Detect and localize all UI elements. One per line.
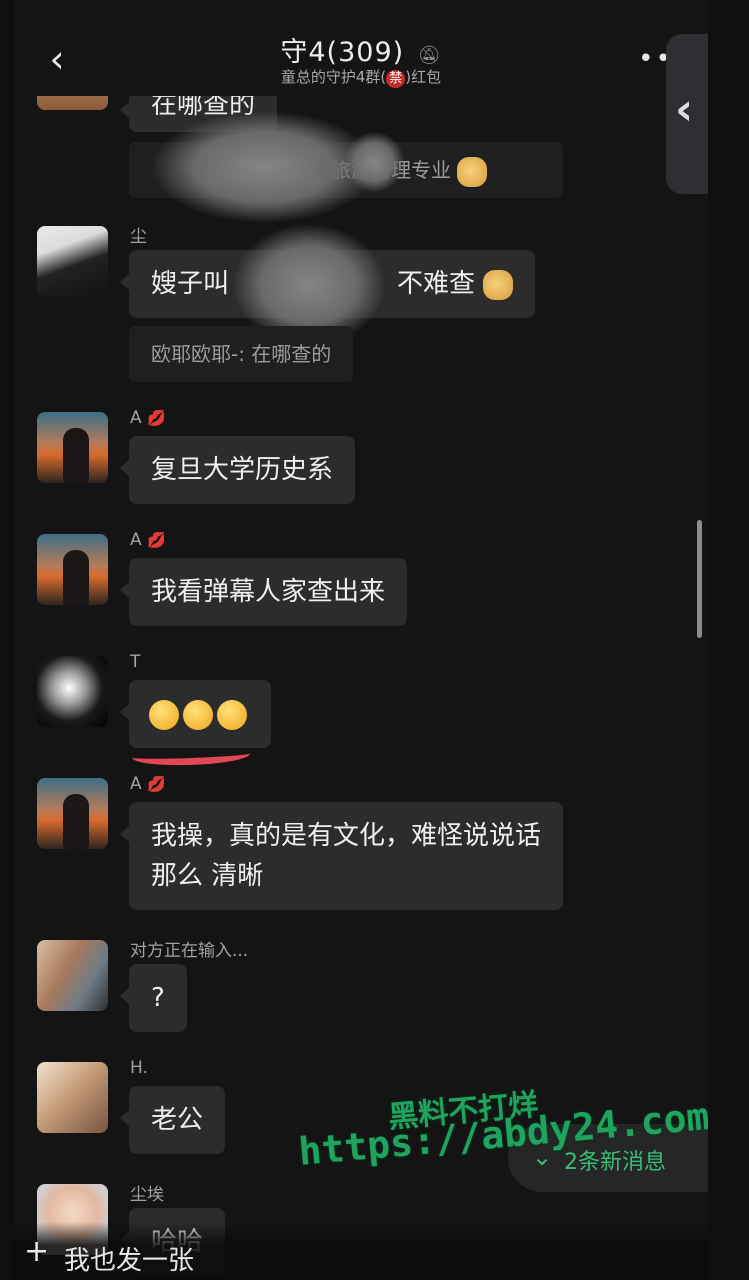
message-text: 不难查 — [397, 269, 476, 299]
broken-heart-face-emoji — [217, 699, 247, 730]
scrollbar[interactable] — [697, 520, 702, 638]
relieved-face-emoji — [183, 699, 213, 730]
subtitle-suffix: )红包 — [405, 68, 442, 86]
more-dots-icon: • • — [638, 44, 671, 74]
chat-header: ‹ 守4(309) 🔕︎ 童总的守护4群(禁)红包 • • — [14, 0, 708, 96]
ban-badge: 禁 — [386, 70, 406, 88]
sender-name: 对方正在输入... — [130, 941, 249, 961]
post-image-button[interactable]: 我也发一张 — [64, 1240, 194, 1277]
message-text: 那么 清晰 — [151, 861, 264, 891]
sender-name: H. — [130, 1058, 148, 1078]
chat-screen: ‹ 守4(309) 🔕︎ 童总的守护4群(禁)红包 • • ‹ 在哪查的 旅游管… — [14, 0, 708, 1280]
plus-icon[interactable]: + — [24, 1234, 49, 1269]
sender-name: A 💋 — [130, 530, 166, 550]
quoted-message[interactable]: 欧耶欧耶-: 在哪查的 — [129, 326, 354, 382]
group-subtitle[interactable]: 童总的守护4群(禁)红包 — [14, 66, 708, 88]
message-text: 我看弹幕人家查出来 — [151, 577, 386, 607]
pensive-face-emoji — [149, 699, 179, 730]
redaction-scribble — [344, 132, 404, 192]
avatar[interactable] — [37, 1062, 108, 1133]
message-bubble[interactable]: ? — [120, 964, 187, 1032]
avatar[interactable] — [37, 534, 108, 605]
sender-name: A 💋 — [130, 408, 166, 428]
group-title-text: 守4(309) — [280, 37, 405, 68]
avatar[interactable] — [37, 226, 108, 297]
avatar[interactable] — [37, 656, 108, 727]
bottom-bar: + 我也发一张 — [14, 1222, 708, 1280]
more-button[interactable]: • • — [638, 44, 671, 74]
avatar[interactable] — [37, 778, 108, 849]
message-bubble[interactable]: 我看弹幕人家查出来 — [119, 558, 408, 626]
message-text: 嫂子叫 — [151, 269, 230, 299]
redaction-scribble — [154, 112, 374, 222]
lips-emoji: 💋 — [147, 531, 166, 549]
sender-name: 尘 — [130, 227, 147, 247]
sender-name: A 💋 — [130, 774, 166, 794]
doge-emoji — [457, 156, 488, 187]
message-text: 复旦大学历史系 — [151, 455, 334, 485]
subtitle-prefix: 童总的守护4群( — [280, 68, 387, 86]
group-title: 守4(309) 🔕︎ — [14, 30, 708, 69]
message-bubble[interactable] — [120, 680, 271, 748]
message-text: 老公 — [151, 1105, 204, 1135]
avatar[interactable] — [37, 940, 108, 1011]
avatar[interactable] — [37, 412, 108, 483]
sender-name: T — [130, 652, 141, 672]
message-bubble[interactable]: 我操，真的是有文化，难怪说说话 那么 清晰 — [119, 802, 564, 910]
doge-emoji — [483, 269, 514, 300]
message-bubble[interactable]: 老公 — [119, 1086, 226, 1154]
chevron-left-icon: ‹ — [675, 84, 694, 135]
message-bubble[interactable]: 复旦大学历史系 — [119, 436, 356, 504]
bell-off-icon: 🔕︎ — [417, 45, 442, 66]
quote-text: 欧耶欧耶-: 在哪查的 — [151, 342, 332, 366]
side-panel-toggle[interactable]: ‹ — [666, 34, 708, 194]
message-text: 我操，真的是有文化，难怪说说话 — [151, 821, 542, 851]
sender-name: 尘埃 — [130, 1185, 164, 1205]
lips-emoji: 💋 — [147, 409, 166, 427]
lips-emoji: 💋 — [147, 775, 166, 793]
message-text: ? — [151, 983, 165, 1013]
